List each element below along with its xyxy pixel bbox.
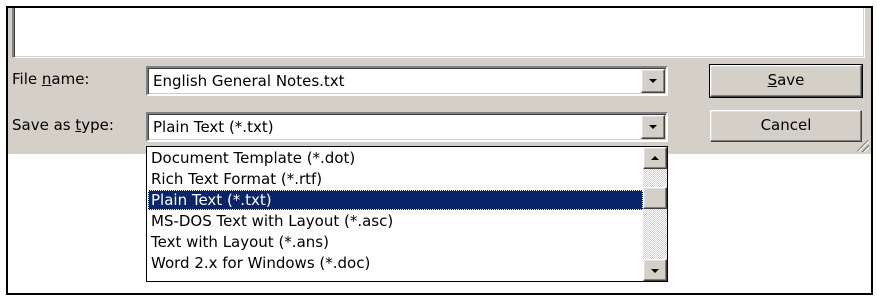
dropdown-item[interactable]: Text with Layout (*.ans) (148, 232, 643, 252)
file-name-combobox[interactable]: English General Notes.txt (146, 66, 668, 96)
dialog-panel: File name: English General Notes.txt Sav… (8, 8, 871, 154)
save-as-type-dropdown-button[interactable] (641, 115, 665, 139)
scrollbar-thumb[interactable] (643, 187, 667, 209)
save-as-type-label: Save as type: (12, 116, 114, 134)
file-name-input[interactable]: English General Notes.txt (153, 72, 345, 90)
dropdown-scrollbar[interactable] (643, 147, 667, 281)
save-as-type-dropdown-list[interactable]: Document Template (*.dot) Rich Text Form… (146, 146, 668, 282)
save-as-dialog-crop: File name: English General Notes.txt Sav… (6, 6, 873, 295)
chevron-down-icon (649, 125, 657, 129)
chevron-down-icon (649, 79, 657, 83)
save-as-type-combobox[interactable]: Plain Text (*.txt) (146, 112, 668, 142)
scroll-up-button[interactable] (643, 147, 667, 169)
dropdown-item[interactable]: Document Template (*.dot) (148, 148, 643, 168)
scroll-down-arrow-icon (651, 269, 659, 273)
save-as-type-value: Plain Text (*.txt) (153, 118, 274, 136)
dropdown-item[interactable]: Rich Text Format (*.rtf) (148, 169, 643, 189)
file-list-pane[interactable] (12, 8, 865, 58)
dropdown-item[interactable]: Word 2.x for Windows (*.doc) (148, 253, 643, 273)
scroll-up-arrow-icon (651, 156, 659, 160)
dropdown-item[interactable]: MS-DOS Text with Layout (*.asc) (148, 211, 643, 231)
scroll-down-button[interactable] (643, 259, 667, 281)
cancel-button[interactable]: Cancel (710, 110, 862, 142)
save-button[interactable]: Save (709, 64, 863, 98)
resize-grip-icon[interactable] (857, 140, 869, 152)
dropdown-item-selected[interactable]: Plain Text (*.txt) (148, 190, 643, 210)
file-name-dropdown-button[interactable] (641, 69, 665, 93)
file-name-label: File name: (12, 70, 90, 88)
